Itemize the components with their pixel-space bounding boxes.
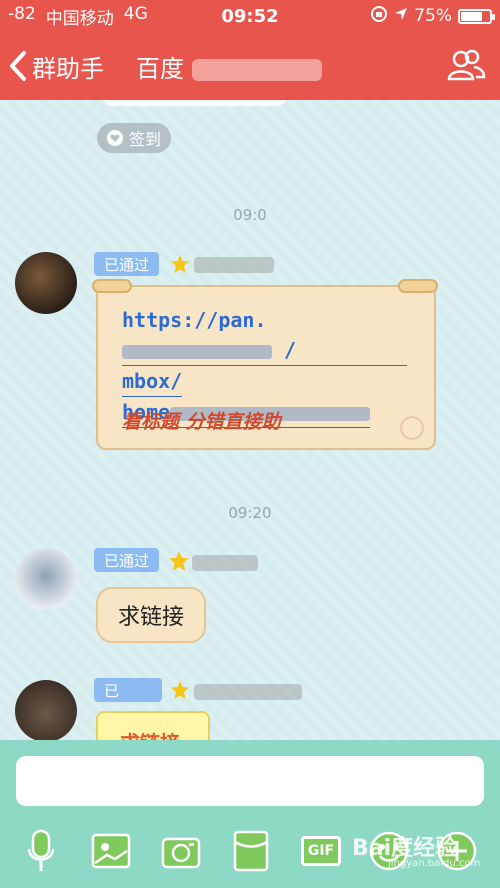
sticker-message[interactable]: 求链接	[96, 711, 210, 740]
photo-album-button[interactable]	[86, 826, 136, 876]
heart-icon	[107, 130, 123, 146]
redacted-username	[194, 684, 302, 700]
watermark: Bai度经验 jingyan.baidu.com	[352, 836, 481, 869]
member-badge: 已	[94, 678, 162, 702]
star-icon	[171, 681, 189, 699]
back-button[interactable]: 群助手	[8, 49, 104, 84]
scroll-roll-right	[398, 279, 438, 293]
image-icon	[91, 833, 131, 869]
camera-icon	[161, 837, 201, 869]
group-members-button[interactable]	[446, 49, 486, 87]
redacted-username	[192, 555, 258, 571]
clock: 09:52	[221, 5, 279, 27]
signal-strength: -82	[8, 3, 36, 24]
timestamp: 09:0	[233, 206, 267, 224]
red-packet-button[interactable]	[226, 826, 276, 876]
chevron-left-icon	[10, 51, 26, 81]
sticker-text: 求链接	[120, 727, 180, 740]
message-input[interactable]	[16, 756, 484, 806]
carrier-name: 中国移动	[45, 8, 114, 29]
status-bar: -82 中国移动 4G 09:52 75%	[0, 0, 500, 32]
group-members-icon	[447, 49, 486, 81]
camera-button[interactable]	[156, 826, 206, 876]
avatar[interactable]	[15, 252, 77, 314]
member-badge: 已通过	[94, 548, 160, 572]
chat-area[interactable]: 签到 09:0 已通过 https://pan. / mbox/ home 看标…	[0, 100, 500, 740]
scroll-message-bubble[interactable]: https://pan. / mbox/ home 看标题 分错直接助	[92, 279, 438, 450]
redacted-username	[194, 257, 274, 273]
avatar[interactable]	[15, 680, 77, 740]
member-badge: 已通过	[94, 252, 160, 276]
title-bar: 群助手 百度	[0, 32, 500, 100]
seal-stamp	[400, 416, 424, 440]
signin-tag[interactable]: 签到	[97, 123, 172, 153]
back-label: 群助手	[32, 54, 104, 83]
signin-label: 签到	[129, 130, 162, 149]
voice-button[interactable]	[16, 826, 66, 876]
gif-button[interactable]: GIF	[296, 826, 346, 876]
chat-title: 百度	[136, 49, 322, 84]
message-note: 看标题 分错直接助	[122, 411, 281, 433]
battery-percent: 75%	[414, 6, 452, 26]
location-icon	[394, 6, 408, 26]
red-packet-icon	[233, 830, 269, 872]
gif-label: GIF	[301, 836, 341, 866]
avatar[interactable]	[15, 548, 77, 610]
redacted-title	[191, 58, 322, 81]
star-icon	[171, 255, 189, 273]
battery-icon	[458, 8, 495, 24]
message-bubble[interactable]: 求链接	[96, 587, 207, 643]
network-type: 4G	[123, 3, 148, 24]
microphone-icon	[27, 829, 55, 871]
previous-message-bubble	[102, 100, 288, 106]
timestamp: 09:20	[228, 504, 272, 522]
star-icon	[169, 551, 189, 571]
scroll-roll-left	[92, 279, 132, 293]
rotation-lock-icon	[370, 5, 388, 28]
